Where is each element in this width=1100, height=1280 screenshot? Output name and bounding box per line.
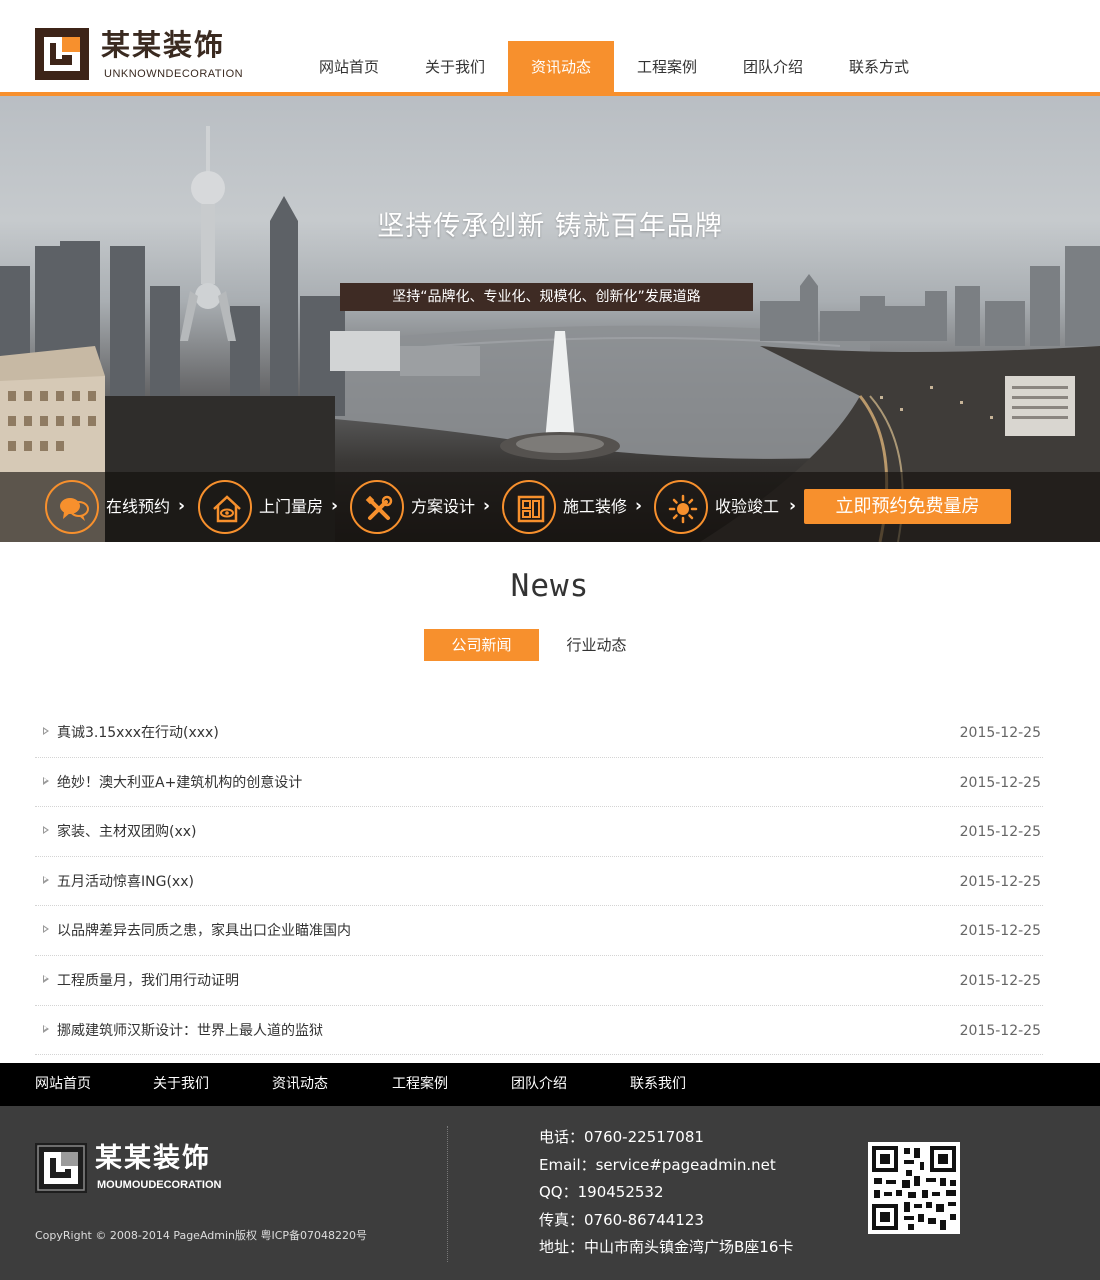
news-item-title[interactable]: 以品牌差异去同质之患，家具出口企业瞄准国内 [57, 906, 351, 956]
news-item-date: 2015-12-25 [959, 824, 1041, 841]
triangle-bullet-icon [43, 776, 49, 785]
footer-nav: 网站首页 关于我们 资讯动态 工程案例 团队介绍 联系我们 [0, 1063, 1100, 1106]
news-item-date: 2015-12-25 [959, 873, 1041, 890]
contact-phone: 电话：0760-22517081 [539, 1128, 704, 1146]
chevron-right-icon: › [789, 496, 797, 516]
contact-address: 地址：中山市南头镇金湾广场B座16卡 [539, 1238, 794, 1256]
step-label: 在线预约 [106, 497, 171, 516]
sun-icon [654, 480, 708, 534]
news-list-item[interactable]: 绝妙！澳大利亚A+建筑机构的创意设计 2015-12-25 [35, 758, 1043, 808]
contact-fax: 传真：0760-86744123 [539, 1210, 704, 1229]
copyright-text: CopyRight © 2008-2014 PageAdmin版权 粤ICP备0… [35, 1229, 368, 1242]
footer-link-cases[interactable]: 工程案例 [392, 1063, 448, 1106]
news-item-date: 2015-12-25 [959, 923, 1041, 940]
footer-link-team[interactable]: 团队介绍 [511, 1063, 567, 1106]
news-tabs: 公司新闻 行业动态 [424, 629, 654, 661]
news-item-date: 2015-12-25 [959, 774, 1041, 791]
news-item-date: 2015-12-25 [959, 1022, 1041, 1039]
triangle-bullet-icon [43, 727, 49, 735]
news-list-item[interactable]: 五月活动惊喜ING(xx) 2015-12-25 [35, 857, 1043, 907]
step-home-measure[interactable]: 上门量房 › [198, 480, 343, 534]
news-list-item[interactable]: 真诚3.15xxx在行动(xxx) 2015-12-25 [35, 708, 1043, 758]
tab-industry-news[interactable]: 行业动态 [539, 629, 654, 661]
brand-subtitle: UNKNOWNDECORATION [104, 68, 244, 80]
footer-logo-mark-icon [35, 1143, 87, 1193]
footer-link-about[interactable]: 关于我们 [153, 1063, 209, 1106]
step-label: 方案设计 [411, 497, 476, 516]
step-label: 施工装修 [563, 497, 628, 516]
triangle-bullet-icon [43, 875, 49, 884]
news-item-title[interactable]: 绝妙！澳大利亚A+建筑机构的创意设计 [57, 758, 302, 808]
chevron-right-icon: › [483, 496, 491, 516]
news-item-title[interactable]: 挪威建筑师汉斯设计：世界上最人道的监狱 [57, 1006, 323, 1056]
nav-item-about[interactable]: 关于我们 [402, 41, 508, 92]
site-footer: 某某装饰 MOUMOUDECORATION CopyRight © 2008-2… [0, 1106, 1100, 1280]
brand-name: 某某装饰 [101, 28, 226, 62]
news-list-item[interactable]: 挪威建筑师汉斯设计：世界上最人道的监狱 2015-12-25 [35, 1006, 1043, 1056]
nav-item-cases[interactable]: 工程案例 [614, 41, 720, 92]
main-nav: 网站首页 关于我们 资讯动态 工程案例 团队介绍 联系方式 [296, 41, 932, 92]
nav-item-contact[interactable]: 联系方式 [826, 41, 932, 92]
news-heading: News [510, 568, 590, 604]
footer-link-home[interactable]: 网站首页 [35, 1063, 91, 1106]
triangle-bullet-icon [43, 826, 49, 835]
qr-code-icon [868, 1142, 960, 1234]
footer-link-contact[interactable]: 联系我们 [630, 1063, 686, 1106]
news-list-item[interactable]: 工程质量月，我们用行动证明 2015-12-25 [35, 956, 1043, 1006]
news-item-date: 2015-12-25 [959, 972, 1041, 989]
footer-link-news[interactable]: 资讯动态 [272, 1063, 328, 1106]
news-item-title[interactable]: 工程质量月，我们用行动证明 [57, 956, 239, 1006]
chevron-right-icon: › [635, 496, 643, 516]
tab-company-news[interactable]: 公司新闻 [424, 629, 539, 661]
news-list-item[interactable]: 家装、主材双团购(xx) 2015-12-25 [35, 807, 1043, 857]
step-label: 上门量房 [259, 497, 324, 516]
news-item-title[interactable]: 五月活动惊喜ING(xx) [57, 857, 194, 907]
hero-banner: 坚持传承创新 铸就百年品牌 坚持“品牌化、专业化、规模化、创新化”发展道路 在线… [0, 96, 1100, 542]
contact-qq: QQ：190452532 [539, 1183, 664, 1201]
banner-title: 坚持传承创新 铸就百年品牌 [377, 211, 723, 242]
triangle-bullet-icon [43, 974, 49, 983]
news-list-item[interactable]: 以品牌差异去同质之患，家具出口企业瞄准国内 2015-12-25 [35, 906, 1043, 956]
contact-info: 电话：0760-22517081 Email：service#pageadmin… [539, 1124, 793, 1262]
chevron-right-icon: › [331, 496, 339, 516]
logo-mark-icon [35, 28, 89, 80]
house-eye-icon [198, 480, 252, 534]
nav-item-team[interactable]: 团队介绍 [720, 41, 826, 92]
step-completion[interactable]: 收验竣工 › [654, 480, 802, 534]
triangle-bullet-icon [43, 1024, 49, 1033]
step-construction[interactable]: 施工装修 › [502, 480, 647, 534]
step-label: 收验竣工 [715, 497, 780, 516]
news-item-title[interactable]: 家装、主材双团购(xx) [57, 807, 197, 857]
nav-item-home[interactable]: 网站首页 [296, 41, 402, 92]
triangle-bullet-icon [43, 925, 49, 934]
layout-icon [502, 480, 556, 534]
footer-divider [447, 1126, 448, 1262]
chevron-right-icon: › [178, 496, 186, 516]
tools-icon [350, 480, 404, 534]
news-item-title[interactable]: 真诚3.15xxx在行动(xxx) [57, 708, 219, 758]
chat-bubbles-icon [45, 480, 99, 534]
step-online-booking[interactable]: 在线预约 › [45, 480, 190, 534]
step-plan-design[interactable]: 方案设计 › [350, 480, 495, 534]
news-list: 真诚3.15xxx在行动(xxx) 2015-12-25 绝妙！澳大利亚A+建筑… [35, 708, 1043, 1056]
contact-email[interactable]: Email：service#pageadmin.net [539, 1152, 793, 1180]
site-header: 某某装饰 UNKNOWNDECORATION 网站首页 关于我们 资讯动态 工程… [0, 0, 1100, 92]
footer-logo[interactable]: 某某装饰 MOUMOUDECORATION [35, 1143, 235, 1195]
brand-logo[interactable]: 某某装饰 UNKNOWNDECORATION [35, 28, 250, 82]
footer-brand-subtitle: MOUMOUDECORATION [97, 1179, 222, 1191]
banner-subtitle: 坚持“品牌化、专业化、规模化、创新化”发展道路 [340, 283, 753, 311]
news-item-date: 2015-12-25 [959, 725, 1041, 741]
free-measure-cta-button[interactable]: 立即预约免费量房 [804, 489, 1011, 524]
footer-brand-name: 某某装饰 [95, 1143, 211, 1174]
nav-item-news[interactable]: 资讯动态 [508, 41, 614, 92]
